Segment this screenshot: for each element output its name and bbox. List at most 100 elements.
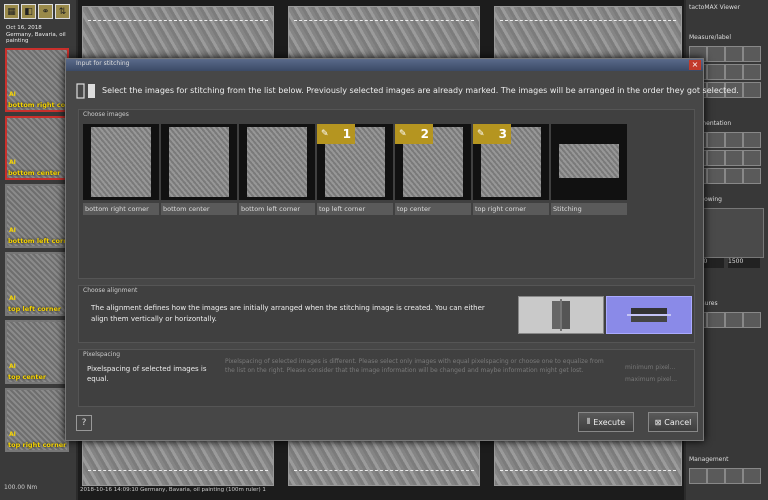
image-card-bottom-right-corner[interactable]: bottom right corner <box>83 124 159 216</box>
management-tools <box>689 468 761 484</box>
layout-icon[interactable]: ◧ <box>21 4 36 19</box>
level-value[interactable]: 1500 <box>728 258 760 268</box>
pixelspacing-option-max[interactable]: maximum pixel... <box>625 376 685 383</box>
cancel-label: Cancel <box>664 417 692 427</box>
selection-pin: ✎ 2 <box>395 124 433 144</box>
image-tile <box>288 6 480 60</box>
layers-icon[interactable] <box>707 168 725 184</box>
angle-icon[interactable] <box>707 46 725 62</box>
flip-icon[interactable] <box>743 150 761 166</box>
section-label: Choose alignment <box>83 287 138 294</box>
section-label: Pixelspacing <box>83 351 121 358</box>
chart-icon[interactable] <box>725 312 743 328</box>
ai-tag: AI <box>9 159 16 166</box>
choose-images-section: Choose images bottom right corner bottom… <box>78 109 695 279</box>
align-horizontal-button[interactable] <box>606 296 692 334</box>
dialog-titlebar[interactable]: Input for stitching × <box>66 59 703 71</box>
fill-icon[interactable] <box>707 132 725 148</box>
save-icon[interactable] <box>689 468 707 484</box>
image-tile <box>82 6 274 60</box>
thumbnail-top-left-corner[interactable]: AI top left corner <box>5 252 69 316</box>
image-preview <box>551 124 627 200</box>
image-card-bottom-left-corner[interactable]: bottom left corner <box>239 124 315 216</box>
image-card-top-center[interactable]: ✎ 2 top center <box>395 124 471 216</box>
undo-icon[interactable] <box>743 168 761 184</box>
image-card-bottom-center[interactable]: bottom center <box>161 124 237 216</box>
ruler-line <box>500 470 676 471</box>
pixelspacing-option-min[interactable]: minimum pixel... <box>625 364 685 371</box>
align-vertical-button[interactable] <box>518 296 604 334</box>
close-button[interactable]: × <box>689 60 701 70</box>
cancel-icon: ⊠ <box>654 417 662 427</box>
point-icon[interactable] <box>743 64 761 80</box>
execute-button[interactable]: ⫴ Execute <box>578 412 634 432</box>
sort-icon[interactable]: ⇅ <box>55 4 70 19</box>
grid-icon[interactable] <box>743 132 761 148</box>
image-preview: ✎ 2 <box>395 124 471 200</box>
settings-icon[interactable] <box>743 312 761 328</box>
alignment-description: The alignment defines how the images are… <box>91 304 485 323</box>
cancel-button[interactable]: ⊠ Cancel <box>648 412 698 432</box>
delete-icon[interactable] <box>743 82 761 98</box>
status-bar-text: 2018-10-16 14:09:10 Germany, Bavaria, oi… <box>80 487 266 493</box>
image-caption: bottom center <box>161 203 237 215</box>
alignment-section: Choose alignment The alignment defines h… <box>78 285 695 343</box>
pixelspacing-status: Pixelspacing of selected images is equal… <box>87 365 207 383</box>
image-card-top-left-corner[interactable]: ✎ 1 top left corner <box>317 124 393 216</box>
image-caption: top center <box>395 203 471 215</box>
stitching-dialog: Input for stitching × Select the images … <box>65 58 739 441</box>
link-icon[interactable]: ⚭ <box>38 4 53 19</box>
thumbnail-label: top center <box>8 373 47 381</box>
dialog-title: Input for stitching <box>76 60 130 67</box>
check-icon[interactable] <box>725 468 743 484</box>
grid-icon[interactable]: ▦ <box>4 4 19 19</box>
thumbnail-top-center[interactable]: AI top center <box>5 320 69 384</box>
image-card-stitching[interactable]: Stitching <box>551 124 627 216</box>
image-caption: bottom right corner <box>83 203 159 215</box>
stitch-icon <box>76 83 95 99</box>
image-caption: top left corner <box>317 203 393 215</box>
rect-icon[interactable] <box>725 46 743 62</box>
text-icon[interactable] <box>707 64 725 80</box>
image-card-top-right-corner[interactable]: ✎ 3 top right corner <box>473 124 549 216</box>
thumbnail-top-right-corner[interactable]: AI top right corner <box>5 388 69 452</box>
image-tile <box>494 6 682 60</box>
thumbnail-bottom-center[interactable]: AI bottom center <box>5 116 69 180</box>
help-icon[interactable]: ? <box>76 415 92 431</box>
vertical-align-icon <box>552 299 570 331</box>
section-label: Choose images <box>83 111 129 118</box>
ai-tag: AI <box>9 295 16 302</box>
pixelspacing-hint: Pixelspacing of selected images is diffe… <box>225 358 604 374</box>
instruction-text: Select the images for stitching from the… <box>102 86 739 95</box>
stitch-icon: ⫴ <box>586 417 591 426</box>
image-caption: Stitching <box>551 203 627 215</box>
rotate-icon[interactable] <box>725 150 743 166</box>
exit-icon[interactable] <box>743 468 761 484</box>
selection-order: 1 <box>342 127 351 141</box>
image-tile <box>494 440 682 486</box>
selection-pin: ✎ 3 <box>473 124 511 144</box>
pan-icon[interactable] <box>707 150 725 166</box>
ruler-line <box>294 20 474 21</box>
selection-order: 3 <box>498 127 507 141</box>
export-icon[interactable] <box>707 312 725 328</box>
image-tile <box>82 440 274 486</box>
ai-tag: AI <box>9 363 16 370</box>
thumbnail-bottom-left-corner[interactable]: AI bottom left corner <box>5 184 75 248</box>
wand-icon[interactable] <box>725 132 743 148</box>
image-preview <box>239 124 315 200</box>
horizontal-align-icon <box>627 308 671 322</box>
print-icon[interactable] <box>707 468 725 484</box>
thumbnail-bottom-right-corner[interactable]: AI bottom right corner <box>5 48 81 112</box>
pixelspacing-section: Pixelspacing Pixelspacing of selected im… <box>78 349 695 407</box>
image-preview: ✎ 3 <box>473 124 549 200</box>
ai-tag: AI <box>9 431 16 438</box>
mask-icon[interactable] <box>725 168 743 184</box>
ellipse-icon[interactable] <box>743 46 761 62</box>
polygon-icon[interactable] <box>725 64 743 80</box>
thumbnail-label: top right corner <box>8 441 67 449</box>
ruler-line <box>500 20 676 21</box>
pin-icon: ✎ <box>477 129 485 139</box>
image-preview <box>83 124 159 200</box>
ruler-line <box>294 470 474 471</box>
